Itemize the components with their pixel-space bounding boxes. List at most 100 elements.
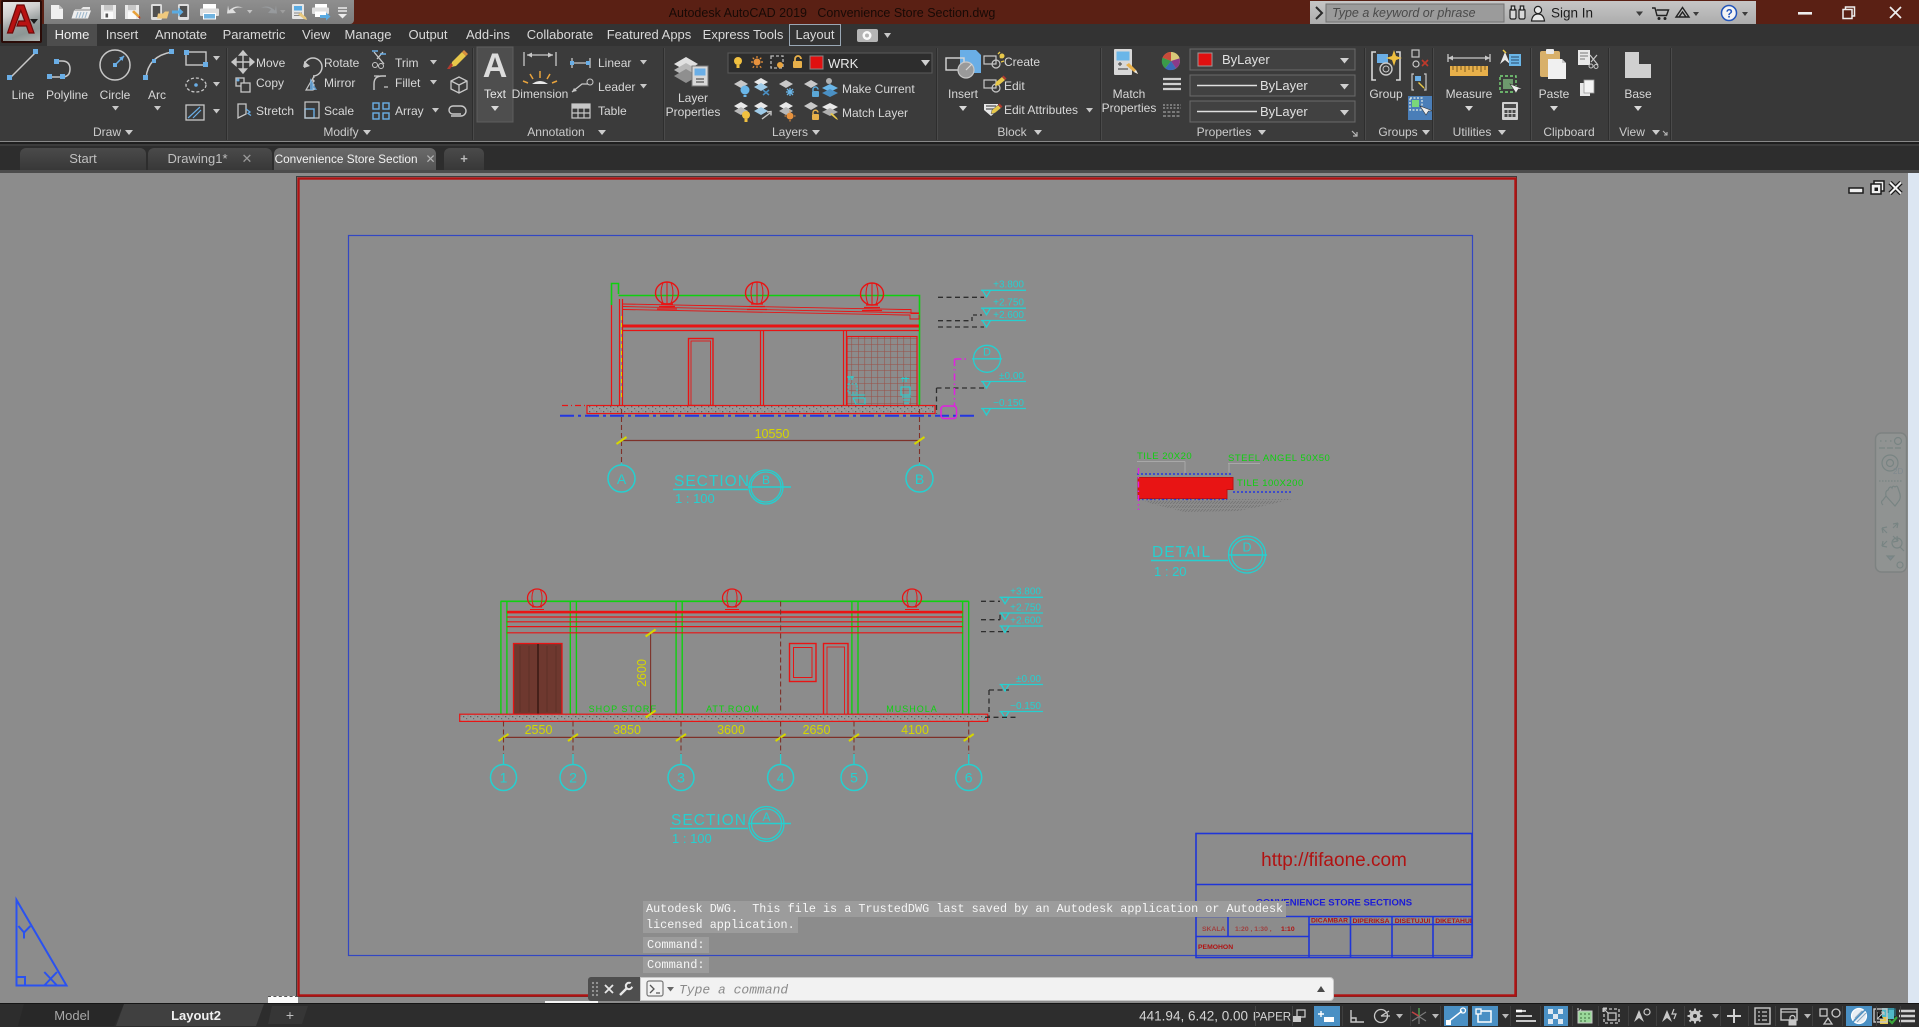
svg-text:Layer: Layer xyxy=(678,91,708,105)
svg-text:Linear: Linear xyxy=(598,56,631,70)
svg-text:6: 6 xyxy=(965,770,973,786)
svg-text:Modify: Modify xyxy=(323,125,358,139)
svg-text:+2.600: +2.600 xyxy=(1010,615,1041,626)
svg-text:Dimension: Dimension xyxy=(512,87,569,101)
svg-text:Type a keyword or phrase: Type a keyword or phrase xyxy=(1332,6,1476,20)
svg-text:+2.750: +2.750 xyxy=(993,298,1024,309)
svg-text:MUSHOLA: MUSHOLA xyxy=(886,704,938,714)
svg-text:10550: 10550 xyxy=(755,427,790,441)
svg-text:Model: Model xyxy=(54,1008,90,1023)
svg-text:B: B xyxy=(915,471,924,487)
svg-text:ATT.ROOM: ATT.ROOM xyxy=(706,704,760,714)
svg-text:WRK: WRK xyxy=(828,56,859,71)
svg-text:SECTION: SECTION xyxy=(674,473,750,490)
svg-text:Polyline: Polyline xyxy=(46,88,88,102)
svg-text:Match: Match xyxy=(1113,87,1146,101)
svg-text:2: 2 xyxy=(569,770,577,786)
svg-text:D: D xyxy=(1242,541,1251,555)
svg-text:Array: Array xyxy=(395,104,424,118)
svg-text:1: 1 xyxy=(500,770,508,786)
svg-text:Sign In: Sign In xyxy=(1551,6,1593,21)
svg-text:±0.00: ±0.00 xyxy=(999,371,1024,382)
svg-text:Table: Table xyxy=(598,104,627,118)
svg-text:2550: 2550 xyxy=(525,723,553,737)
svg-text:?: ? xyxy=(1726,9,1733,21)
svg-text:Stretch: Stretch xyxy=(256,104,294,118)
svg-text:Group: Group xyxy=(1369,87,1403,101)
svg-text:DICAMBAR: DICAMBAR xyxy=(1311,918,1348,925)
svg-text:3: 3 xyxy=(677,770,685,786)
svg-text:http://fifaone.com: http://fifaone.com xyxy=(1261,850,1407,871)
svg-text:Move: Move xyxy=(256,56,286,70)
svg-text:1:10: 1:10 xyxy=(1281,926,1295,933)
svg-text:2650: 2650 xyxy=(803,723,831,737)
svg-text:Groups: Groups xyxy=(1378,125,1417,139)
svg-text:3600: 3600 xyxy=(717,723,745,737)
svg-text:SHOP STORE: SHOP STORE xyxy=(589,704,658,714)
svg-text:STEEL ANGEL 50X50: STEEL ANGEL 50X50 xyxy=(1228,453,1330,464)
svg-text:TILE 20X20: TILE 20X20 xyxy=(1137,451,1192,462)
svg-text:Text: Text xyxy=(484,87,507,101)
svg-text:PEMOHON: PEMOHON xyxy=(1198,944,1233,951)
svg-text:DETAIL: DETAIL xyxy=(1152,544,1211,561)
svg-text:A: A xyxy=(617,471,627,487)
svg-text:3850: 3850 xyxy=(613,723,641,737)
svg-text:+3.800: +3.800 xyxy=(993,280,1024,291)
svg-text:B: B xyxy=(762,473,770,487)
svg-text:SKALA: SKALA xyxy=(1202,926,1226,933)
svg-text:−0.150: −0.150 xyxy=(993,398,1024,409)
svg-text:Properties: Properties xyxy=(666,105,721,119)
svg-text:A: A xyxy=(483,47,508,85)
svg-text:Copy: Copy xyxy=(256,76,284,90)
svg-text:Utilities: Utilities xyxy=(1453,125,1492,139)
svg-text:Draw: Draw xyxy=(93,125,121,139)
svg-text:Block: Block xyxy=(997,125,1027,139)
svg-text:ByLayer: ByLayer xyxy=(1260,104,1308,119)
svg-text:Trim: Trim xyxy=(395,56,419,70)
svg-text:1 : 100: 1 : 100 xyxy=(672,831,712,846)
svg-text:2600: 2600 xyxy=(635,659,649,687)
svg-text:Rotate: Rotate xyxy=(324,56,360,70)
svg-text:Base: Base xyxy=(1624,87,1652,101)
svg-text:DIPERIKSA: DIPERIKSA xyxy=(1352,918,1389,925)
svg-text:441.94, 6.42, 0.00: 441.94, 6.42, 0.00 xyxy=(1139,1009,1248,1024)
svg-text:Mirror: Mirror xyxy=(324,76,355,90)
svg-text:ByLayer: ByLayer xyxy=(1222,52,1270,67)
svg-text:−0.150: −0.150 xyxy=(1010,701,1041,712)
svg-text:2D: 2D xyxy=(1893,467,1903,476)
svg-text:1 : 20: 1 : 20 xyxy=(1154,564,1187,579)
svg-text:Line: Line xyxy=(12,88,35,102)
svg-text:Leader: Leader xyxy=(598,80,635,94)
svg-text:D: D xyxy=(983,347,991,359)
svg-text:4100: 4100 xyxy=(901,723,929,737)
svg-text:View: View xyxy=(1619,125,1645,139)
svg-text:Make Current: Make Current xyxy=(842,82,915,96)
svg-text:Properties: Properties xyxy=(1102,101,1157,115)
svg-text:PAPER: PAPER xyxy=(1253,1012,1291,1024)
svg-text:Match Layer: Match Layer xyxy=(842,106,908,120)
svg-text:DISETUJUI: DISETUJUI xyxy=(1395,918,1431,925)
svg-text:Fillet: Fillet xyxy=(395,76,421,90)
svg-text:Clipboard: Clipboard xyxy=(1543,125,1594,139)
svg-text:+2.600: +2.600 xyxy=(993,310,1024,321)
svg-text:Edit Attributes: Edit Attributes xyxy=(1004,103,1078,117)
svg-text:Layers: Layers xyxy=(772,125,808,139)
svg-text:+3.800: +3.800 xyxy=(1010,587,1041,598)
svg-text:TILE 100X200: TILE 100X200 xyxy=(1237,478,1304,489)
svg-text:Layout2: Layout2 xyxy=(171,1008,221,1023)
svg-text:5: 5 xyxy=(850,770,858,786)
svg-text:Arc: Arc xyxy=(148,88,166,102)
svg-text:SECTION: SECTION xyxy=(671,812,747,829)
svg-text:A: A xyxy=(762,810,770,824)
svg-text:Measure: Measure xyxy=(1446,87,1493,101)
svg-text:Type a command: Type a command xyxy=(679,983,788,998)
svg-text:Insert: Insert xyxy=(948,87,979,101)
svg-text:+: + xyxy=(286,1007,294,1023)
svg-text:Paste: Paste xyxy=(1539,87,1570,101)
svg-text:Scale: Scale xyxy=(324,104,354,118)
svg-text:Properties: Properties xyxy=(1197,125,1252,139)
svg-text:Circle: Circle xyxy=(100,88,131,102)
svg-text:+2.750: +2.750 xyxy=(1010,602,1041,613)
svg-text:1 : 100: 1 : 100 xyxy=(675,491,715,506)
svg-text:Edit: Edit xyxy=(1004,79,1025,93)
